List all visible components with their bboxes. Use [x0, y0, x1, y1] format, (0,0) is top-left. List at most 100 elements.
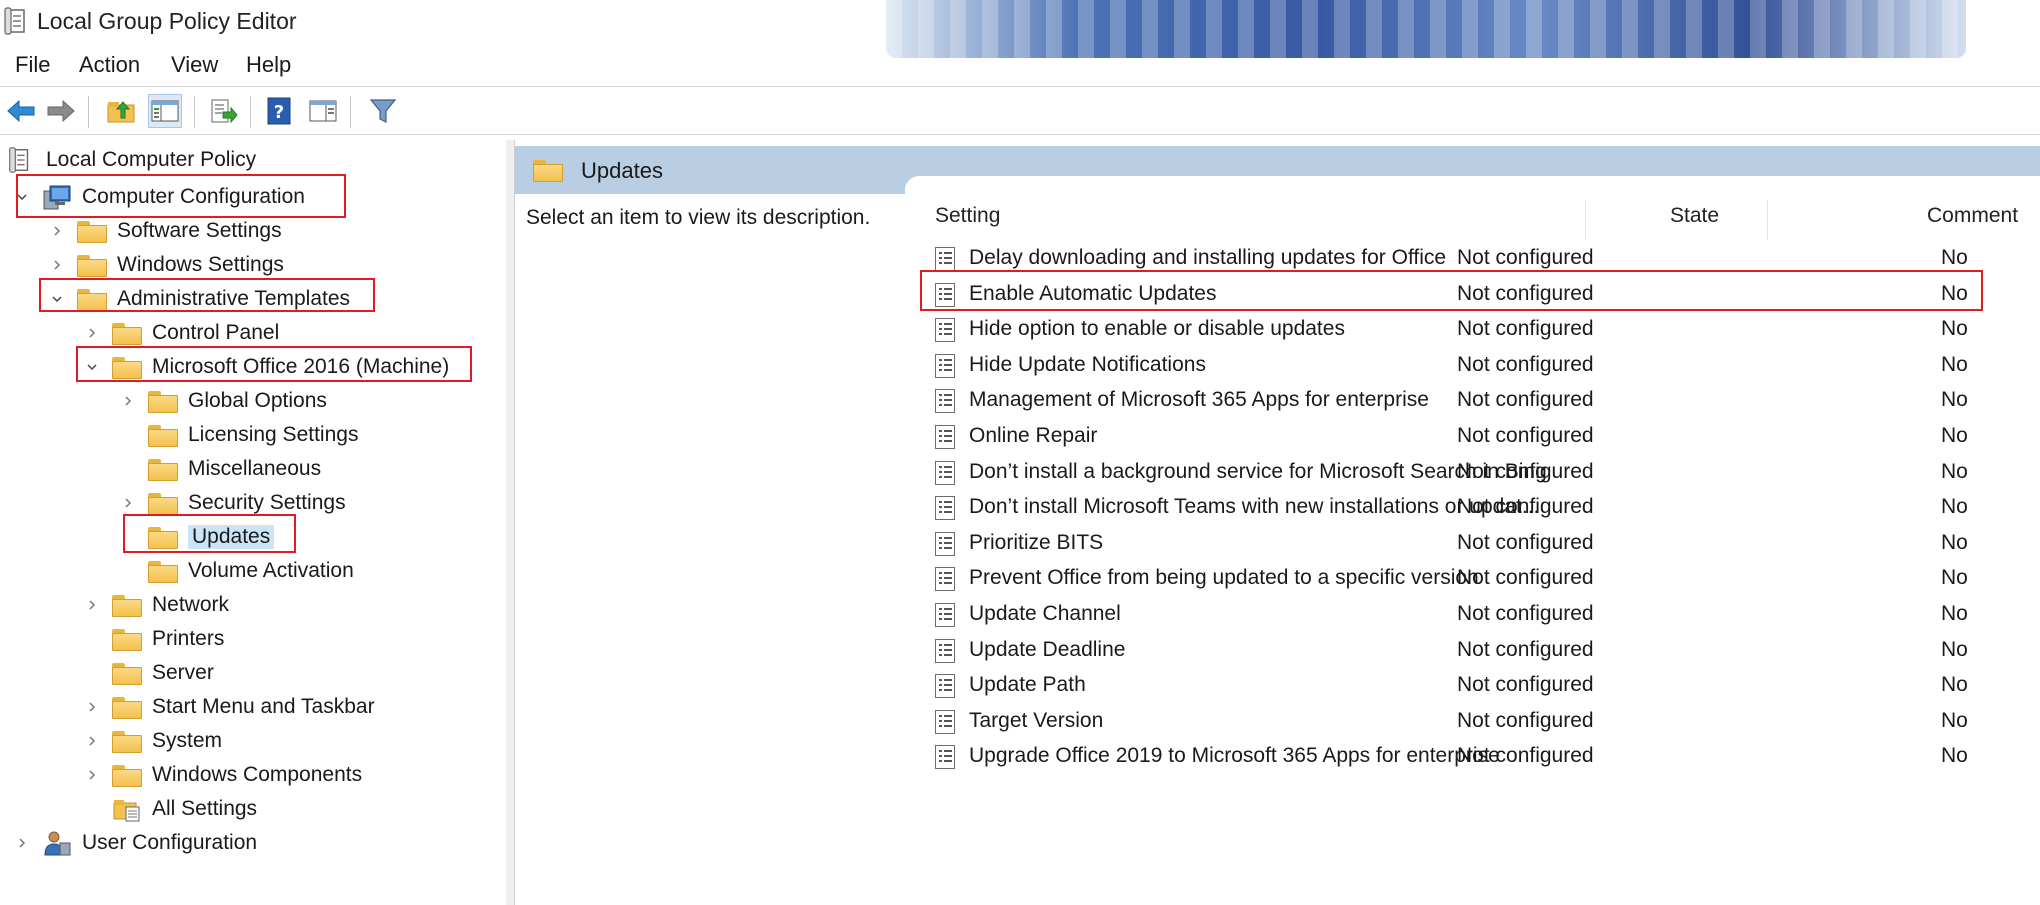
chevron-right-icon[interactable]	[85, 326, 99, 340]
folder-icon	[112, 355, 142, 379]
policy-setting-icon	[935, 318, 955, 343]
tree-item-computer-configuration[interactable]: Computer Configuration	[42, 181, 305, 213]
tree-item-licensing-settings[interactable]: Licensing Settings	[148, 419, 358, 451]
export-list-button[interactable]	[206, 94, 240, 128]
forward-button[interactable]	[44, 94, 78, 128]
table-row[interactable]: Don’t install Microsoft Teams with new i…	[925, 489, 2040, 525]
policy-setting-icon	[935, 603, 955, 627]
tree-label: Software Settings	[117, 219, 282, 242]
chevron-right-icon[interactable]	[50, 224, 64, 238]
tree-item-printers[interactable]: Printers	[112, 623, 224, 655]
policy-setting-icon	[935, 389, 955, 414]
column-header-state[interactable]: State	[1670, 204, 1719, 228]
setting-comment: No	[1941, 424, 1968, 447]
menu-separator	[0, 86, 2040, 87]
policy-document-icon	[9, 147, 29, 173]
tree-item-all-settings[interactable]: All Settings	[112, 793, 257, 825]
menu-help[interactable]: Help	[246, 52, 291, 78]
tree-item-software-settings[interactable]: Software Settings	[77, 215, 282, 247]
table-row[interactable]: Don’t install a background service for M…	[925, 454, 2040, 490]
chevron-right-icon[interactable]	[121, 496, 135, 510]
column-header-comment[interactable]: Comment	[1927, 204, 2018, 228]
tree-label: Administrative Templates	[117, 287, 351, 310]
policy-editor-app-icon	[4, 7, 25, 35]
column-divider[interactable]	[1585, 200, 1586, 240]
tree-item-security-settings[interactable]: Security Settings	[148, 487, 346, 519]
tree-item-local-computer-policy[interactable]: Local Computer Policy	[8, 144, 256, 176]
setting-state: Not configured	[1457, 530, 1594, 554]
tree-item-updates[interactable]: Updates	[148, 521, 275, 553]
table-row[interactable]: Management of Microsoft 365 Apps for ent…	[925, 382, 2040, 418]
menu-action[interactable]: Action	[79, 52, 140, 78]
setting-name: Update Deadline	[969, 637, 1126, 661]
forward-arrow-icon	[47, 99, 75, 123]
setting-name: Hide option to enable or disable updates	[969, 317, 1345, 341]
filter-button[interactable]	[366, 94, 400, 128]
policy-setting-icon	[935, 425, 955, 449]
chevron-down-icon[interactable]	[85, 360, 99, 374]
tree-item-user-configuration[interactable]: User Configuration	[42, 827, 257, 859]
table-row[interactable]: Update Channel Not configured No	[925, 596, 2040, 632]
help-button[interactable]: ?	[262, 94, 296, 128]
tree-item-control-panel[interactable]: Control Panel	[112, 317, 279, 349]
tree-label: All Settings	[152, 797, 258, 820]
policy-setting-icon	[935, 709, 955, 734]
column-headers: Setting State Comment	[925, 200, 2040, 240]
chevron-right-icon[interactable]	[50, 258, 64, 272]
up-one-level-button[interactable]	[104, 94, 138, 128]
tree-item-global-options[interactable]: Global Options	[148, 385, 327, 417]
column-divider[interactable]	[1767, 200, 1768, 240]
tree-item-network[interactable]: Network	[112, 589, 229, 621]
chevron-down-icon[interactable]	[15, 190, 29, 204]
show-hide-console-tree-button[interactable]	[148, 94, 182, 128]
tree-item-windows-settings[interactable]: Windows Settings	[77, 249, 284, 281]
back-button[interactable]	[4, 94, 38, 128]
tree-item-volume-activation[interactable]: Volume Activation	[148, 555, 354, 587]
menu-view[interactable]: View	[171, 52, 218, 78]
folder-icon	[112, 763, 142, 787]
policy-setting-icon	[935, 460, 955, 485]
chevron-right-icon[interactable]	[85, 700, 99, 714]
table-row[interactable]: Prioritize BITS Not configured No	[925, 525, 2040, 561]
table-row[interactable]: Prevent Office from being updated to a s…	[925, 560, 2040, 596]
chevron-down-icon[interactable]	[50, 292, 64, 306]
table-row[interactable]: Target Version Not configured No	[925, 703, 2040, 739]
show-hide-action-pane-button[interactable]	[306, 94, 340, 128]
description-text: Select an item to view its description.	[526, 206, 871, 229]
policy-setting-icon	[935, 531, 955, 556]
table-row[interactable]: Enable Automatic Updates Not configured No	[925, 276, 2040, 312]
tree-item-miscellaneous[interactable]: Miscellaneous	[148, 453, 321, 485]
menu-file[interactable]: File	[15, 52, 50, 78]
table-row[interactable]: Update Deadline Not configured No	[925, 632, 2040, 668]
tree-item-administrative-templates[interactable]: Administrative Templates	[77, 283, 350, 315]
chevron-right-icon[interactable]	[121, 394, 135, 408]
table-row[interactable]: Hide Update Notifications Not configured N…	[925, 347, 2040, 383]
table-row[interactable]: Update Path Not configured No	[925, 667, 2040, 703]
table-row[interactable]: Delay downloading and installing updates…	[925, 240, 2040, 276]
tree-item-server[interactable]: Server	[112, 657, 214, 689]
setting-comment: No	[1941, 673, 1968, 697]
setting-state: Not configured	[1457, 495, 1594, 519]
chevron-right-icon[interactable]	[85, 734, 99, 748]
folder-icon	[148, 491, 178, 515]
folder-icon	[112, 695, 142, 719]
setting-comment: No	[1941, 317, 1968, 341]
chevron-right-icon[interactable]	[15, 836, 29, 850]
table-row[interactable]: Upgrade Office 2019 to Microsoft 365 App…	[925, 738, 2040, 774]
chevron-right-icon[interactable]	[85, 768, 99, 782]
table-row[interactable]: Hide option to enable or disable updates…	[925, 311, 2040, 347]
tree-item-windows-components[interactable]: Windows Components	[112, 759, 362, 791]
table-row[interactable]: Online Repair Not configured No	[925, 418, 2040, 454]
column-header-setting[interactable]: Setting	[935, 204, 1000, 228]
setting-name: Management of Microsoft 365 Apps for ent…	[969, 388, 1429, 412]
tree-item-start-menu-and-taskbar[interactable]: Start Menu and Taskbar	[112, 691, 375, 723]
setting-name: Update Channel	[969, 602, 1121, 625]
pane-splitter[interactable]	[506, 140, 515, 905]
setting-name: Online Repair	[969, 424, 1098, 447]
tree-item-system[interactable]: System	[112, 725, 222, 757]
folder-icon	[112, 321, 142, 345]
folder-icon	[77, 219, 107, 243]
tree-label: Network	[152, 593, 230, 616]
chevron-right-icon[interactable]	[85, 598, 99, 612]
tree-item-microsoft-office-2016[interactable]: Microsoft Office 2016 (Machine)	[112, 351, 449, 383]
